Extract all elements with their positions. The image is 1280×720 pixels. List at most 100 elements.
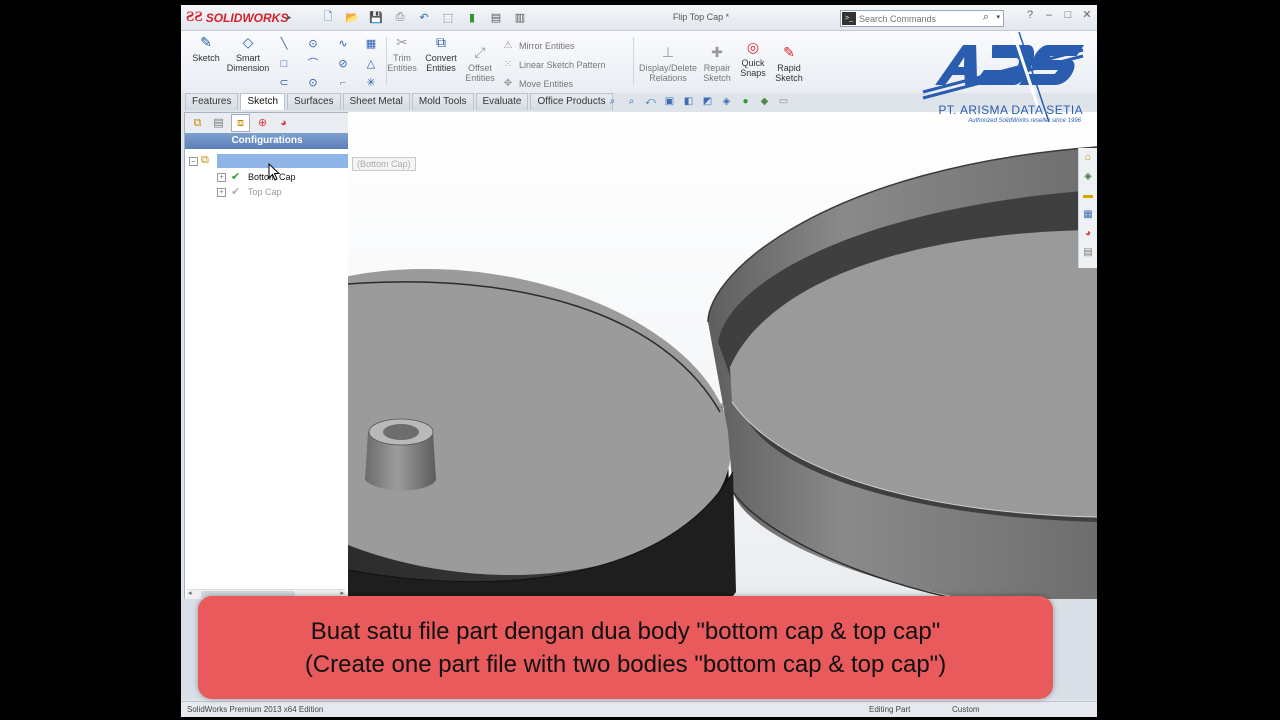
section-view-icon[interactable]: ▣: [662, 95, 677, 109]
editing-mode-text: Editing Part: [869, 705, 911, 714]
menu-expand-icon[interactable]: ▸: [287, 12, 292, 23]
tab-features[interactable]: Features: [185, 93, 239, 110]
select-pointer-icon[interactable]: ⬚: [438, 9, 458, 25]
save-icon[interactable]: 💾: [366, 9, 386, 25]
polygon-icon[interactable]: ⊙: [306, 76, 320, 90]
panel-header: Configurations: [185, 133, 349, 149]
chevron-down-icon[interactable]: ▾: [996, 13, 1000, 21]
view-orientation-icon[interactable]: ◧: [681, 95, 696, 109]
options-icon[interactable]: ▥: [510, 9, 530, 25]
previous-view-icon[interactable]: ⤺: [643, 95, 658, 109]
design-library-icon[interactable]: ◈: [1079, 167, 1097, 186]
slot-icon[interactable]: ⊂: [277, 76, 291, 90]
tab-sheet-metal[interactable]: Sheet Metal: [342, 93, 410, 110]
collapse-icon[interactable]: –: [189, 157, 198, 166]
mirror-entities-button[interactable]: ⚠ Mirror Entities: [501, 40, 575, 51]
undo-icon[interactable]: ↶: [414, 9, 434, 25]
quick-access-toolbar: 🗋 📂 💾 ⎙ ↶ ⬚ ▮ ▤ ▥: [318, 9, 530, 25]
trim-icon: ✂: [396, 34, 408, 50]
search-input[interactable]: [859, 11, 979, 26]
offset-entities-button[interactable]: ⤢ Offset Entities: [457, 44, 503, 83]
fillet-icon[interactable]: △: [364, 57, 378, 71]
tab-sketch[interactable]: Sketch: [240, 93, 286, 110]
appearances-icon[interactable]: ◕: [1079, 224, 1097, 243]
feature-manager-icon[interactable]: ⧉: [189, 115, 206, 131]
arc-icon[interactable]: ⌒: [306, 57, 320, 71]
knob-feature[interactable]: [365, 418, 436, 491]
part-icon: ⧉: [201, 154, 209, 166]
rapid-sketch-label-2: Sketch: [775, 73, 803, 83]
circle-icon[interactable]: ⊙: [306, 37, 320, 51]
print-icon[interactable]: ⎙: [390, 9, 410, 25]
convert-entities-icon: ⧉: [436, 34, 446, 50]
quick-snaps-label-1: Quick: [741, 58, 765, 68]
view-palette-icon[interactable]: ▦: [1079, 205, 1097, 224]
repair-label-2: Sketch: [703, 73, 731, 83]
view-settings-icon[interactable]: ▭: [776, 95, 791, 109]
home-icon[interactable]: ⌂: [1079, 148, 1097, 167]
move-entities-button[interactable]: ✥ Move Entities: [501, 78, 573, 89]
units-selector[interactable]: Custom: [952, 702, 980, 717]
display-manager-icon[interactable]: ◕: [275, 115, 292, 131]
dimxpert-icon[interactable]: ⊕: [254, 115, 271, 131]
solidworks-logo[interactable]: ƧƧ SOLIDWORKS: [186, 9, 288, 26]
new-document-icon[interactable]: 🗋: [318, 9, 338, 25]
file-explorer-icon[interactable]: ▬: [1079, 186, 1097, 205]
expand-icon[interactable]: +: [217, 188, 226, 197]
spline-icon[interactable]: ∿: [336, 37, 350, 51]
zoom-to-fit-icon[interactable]: ⌕: [605, 95, 620, 109]
point-icon[interactable]: ✳: [364, 76, 378, 90]
hide-show-items-icon[interactable]: ◈: [719, 95, 734, 109]
convert-label-1: Convert: [425, 53, 457, 63]
property-manager-icon[interactable]: ▤: [210, 115, 227, 131]
display-style-icon[interactable]: ◩: [700, 95, 715, 109]
smart-dimension-button[interactable]: ◇ Smart Dimension: [225, 34, 271, 73]
selection-highlight: [217, 154, 351, 168]
search-commands-box[interactable]: >_ ⌕ ▾: [840, 10, 1004, 27]
close-icon[interactable]: ✕: [1081, 8, 1093, 22]
sketch-button[interactable]: ✎ Sketch: [183, 34, 229, 63]
rapid-sketch-button[interactable]: ✎ Rapid Sketch: [766, 44, 812, 83]
separator: [633, 37, 634, 85]
rapid-sketch-icon: ✎: [783, 44, 795, 60]
file-properties-icon[interactable]: ▤: [486, 9, 506, 25]
rectangle-icon[interactable]: □: [277, 57, 291, 71]
scroll-left-icon[interactable]: ◂: [188, 589, 192, 597]
expand-icon[interactable]: +: [217, 173, 226, 182]
edition-text: SolidWorks Premium 2013 x64 Edition: [187, 705, 324, 714]
tab-mold-tools[interactable]: Mold Tools: [411, 93, 474, 110]
open-folder-icon[interactable]: 📂: [342, 9, 362, 25]
custom-properties-icon[interactable]: ▤: [1079, 243, 1097, 262]
inactive-check-icon: ✔: [231, 186, 241, 198]
repair-sketch-icon: ✚: [711, 44, 723, 60]
edit-appearance-icon[interactable]: ●: [738, 95, 753, 109]
tab-surfaces[interactable]: Surfaces: [287, 93, 341, 110]
ellipse-icon[interactable]: ⊘: [336, 57, 350, 71]
zoom-to-area-icon[interactable]: ⌕: [624, 95, 639, 109]
window-controls: ? – □ ✕: [1024, 8, 1093, 22]
search-icon[interactable]: ⌕: [983, 11, 989, 24]
help-icon[interactable]: ?: [1024, 8, 1036, 22]
move-label: Move Entities: [519, 78, 574, 89]
title-bar: ƧƧ SOLIDWORKS ▸ 🗋 📂 💾 ⎙ ↶ ⬚ ▮ ▤ ▥ Flip T…: [181, 5, 1097, 31]
heads-up-view-toolbar: ⌕ ⌕ ⤺ ▣ ◧ ◩ ◈ ● ◆ ▭: [605, 95, 791, 109]
sketch-icon: ✎: [200, 34, 212, 50]
relations-icon: ⊥: [661, 44, 675, 60]
construction-line-icon[interactable]: ⌐: [336, 76, 350, 90]
apply-scene-icon[interactable]: ◆: [757, 95, 772, 109]
trim-label-2: Entities: [387, 63, 417, 73]
trim-label-1: Trim: [393, 53, 411, 63]
line-icon[interactable]: ╲: [277, 37, 291, 51]
sketch-text-icon[interactable]: ▦: [364, 37, 378, 51]
linear-sketch-pattern-button[interactable]: ⁙ Linear Sketch Pattern: [501, 59, 606, 70]
tab-office-products[interactable]: Office Products: [530, 93, 613, 110]
maximize-icon[interactable]: □: [1062, 8, 1074, 22]
configuration-manager-icon[interactable]: ⧈: [231, 114, 250, 132]
convert-label-2: Entities: [426, 63, 456, 73]
tab-evaluate[interactable]: Evaluate: [475, 93, 529, 110]
watermark-tagline: Authorized SolidWorks reseller since 199…: [968, 118, 1081, 124]
minimize-icon[interactable]: –: [1043, 8, 1055, 22]
display-delete-relations-button[interactable]: ⊥ Display/Delete Relations: [637, 44, 699, 83]
smart-dimension-icon: ◇: [242, 34, 254, 50]
rebuild-icon[interactable]: ▮: [462, 9, 482, 25]
